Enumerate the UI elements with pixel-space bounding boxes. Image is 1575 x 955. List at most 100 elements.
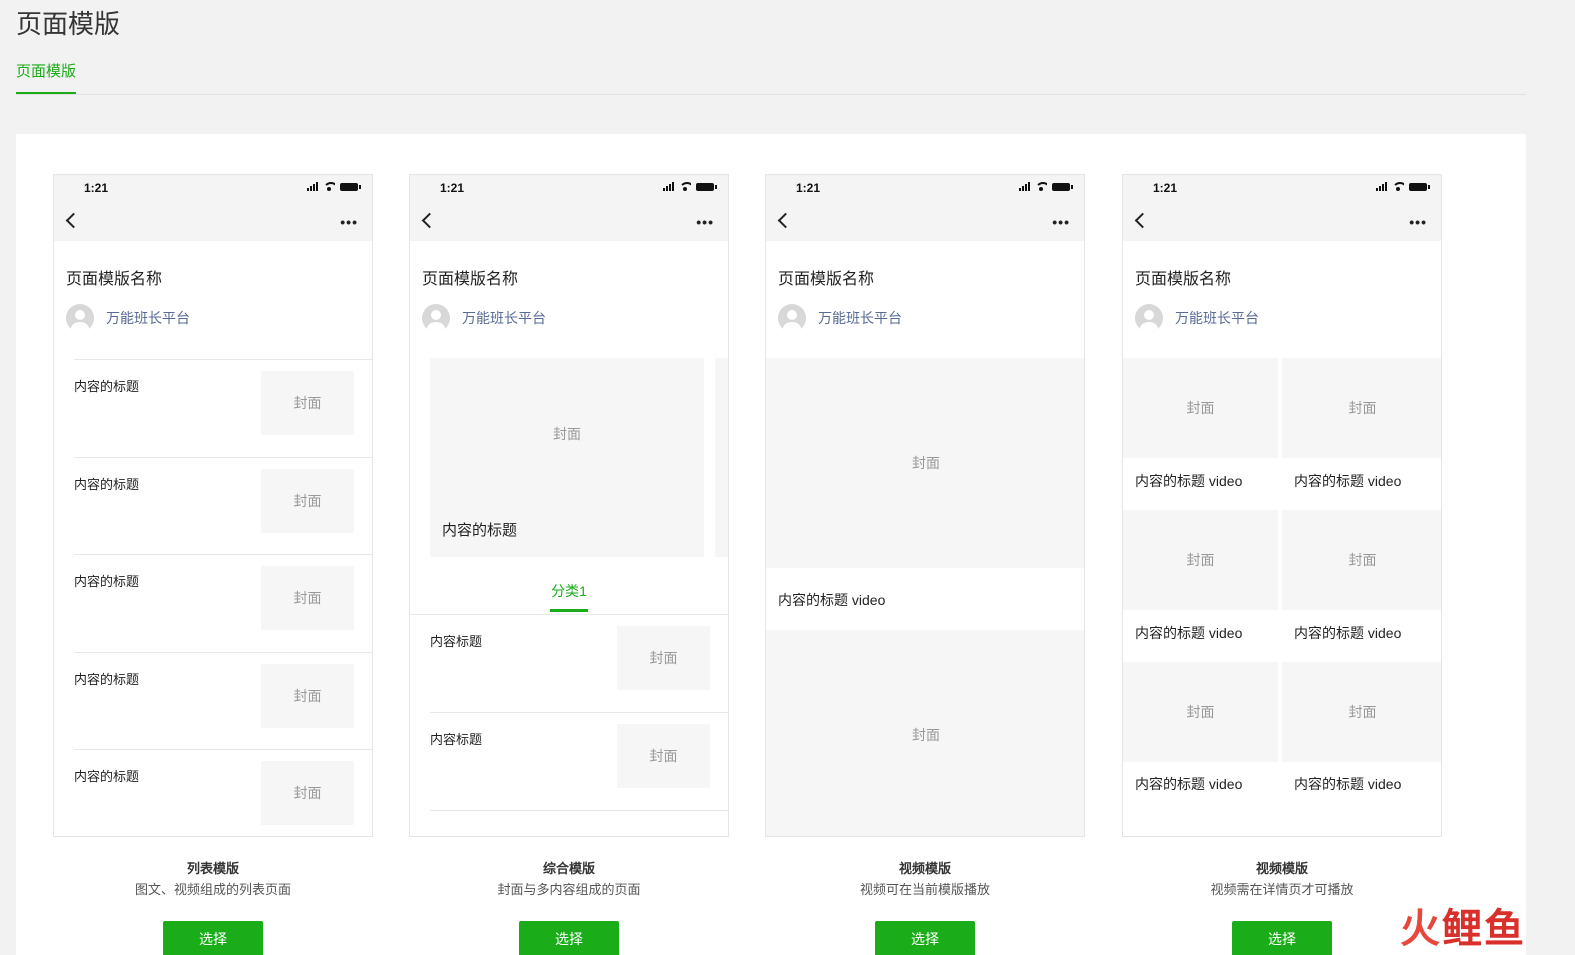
divider <box>430 810 728 811</box>
list-item: 内容的标题 封面 <box>74 359 372 457</box>
select-button[interactable]: 选择 <box>875 921 975 955</box>
article-title: 页面模版名称 <box>1135 271 1232 288</box>
video-title: 内容的标题 video <box>778 592 886 608</box>
templates-panel: 1:21 ••• 页面模版名称 万能班长平台 内容的标题 封面 内容的标题 封面… <box>16 134 1526 955</box>
status-icons <box>1019 182 1073 191</box>
item-title: 内容的标题 <box>74 477 140 492</box>
cover-placeholder: 封面 <box>261 371 354 435</box>
status-time: 1:21 <box>796 181 821 195</box>
template-description: 图文、视频组成的列表页面 <box>134 882 291 897</box>
item-title: 内容的标题 <box>74 769 140 784</box>
phone-preview: 1:21 ••• 页面模版名称 万能班长平台 封面 内容的标题 分类1 内容标题… <box>409 174 729 837</box>
item-title: 内容标题 <box>430 732 483 747</box>
more-icon: ••• <box>696 214 714 230</box>
battery-icon <box>340 182 361 191</box>
template-name: 列表模版 <box>186 861 239 876</box>
template-card-video-grid: 1:21 ••• 页面模版名称 万能班长平台 封面 封面 内容的标题 video… <box>1122 174 1442 955</box>
grid-item-title: 内容的标题 video <box>1294 473 1402 489</box>
video-cover: 封面 <box>766 358 1084 568</box>
grid-item-title: 内容的标题 video <box>1135 625 1243 641</box>
back-icon <box>421 212 438 229</box>
more-icon: ••• <box>1052 214 1070 230</box>
tab-page-templates[interactable]: 页面模版 <box>16 62 77 94</box>
author: 万能班长平台 <box>422 304 546 332</box>
list-item: 内容的标题 封面 <box>74 457 372 555</box>
signal-icon <box>663 182 674 191</box>
watermark-char: 鲤 <box>1442 907 1482 951</box>
phone-header: 1:21 ••• <box>410 175 728 241</box>
grid-item-title: 内容的标题 video <box>1294 776 1402 792</box>
status-time: 1:21 <box>440 181 465 195</box>
template-name: 视频模版 <box>898 861 951 876</box>
category-tabs: 分类1 <box>410 575 728 615</box>
battery-icon <box>696 182 717 191</box>
status-icons <box>307 182 361 191</box>
back-icon <box>777 212 794 229</box>
template-caption: 视频模版 视频需在详情页才可播放 <box>1122 859 1442 901</box>
wifi-icon <box>323 182 335 191</box>
grid-cover: 封面 <box>1282 662 1441 762</box>
back-icon <box>65 212 82 229</box>
grid-item-title: 内容的标题 video <box>1135 776 1243 792</box>
select-button[interactable]: 选择 <box>163 921 263 955</box>
avatar <box>1135 304 1163 332</box>
list-item: 内容的标题 封面 <box>74 749 372 836</box>
avatar <box>778 304 806 332</box>
template-name: 视频模版 <box>1255 861 1308 876</box>
author: 万能班长平台 <box>1135 304 1259 332</box>
list-item: 内容的标题 封面 <box>74 554 372 652</box>
author-name: 万能班长平台 <box>462 310 546 326</box>
grid-cover: 封面 <box>1282 510 1441 610</box>
author-name: 万能班长平台 <box>818 310 902 326</box>
article-title: 页面模版名称 <box>66 271 163 288</box>
template-description: 封面与多内容组成的页面 <box>497 882 641 897</box>
template-description: 视频可在当前模版播放 <box>859 882 990 897</box>
article-title: 页面模版名称 <box>778 271 875 288</box>
template-card-video-inline: 1:21 ••• 页面模版名称 万能班长平台 封面 内容的标题 video 封面… <box>765 174 1085 955</box>
grid-cover: 封面 <box>1123 510 1278 610</box>
item-title: 内容的标题 <box>74 574 140 589</box>
avatar <box>66 304 94 332</box>
battery-icon <box>1052 182 1073 191</box>
grid-cover: 封面 <box>1282 358 1441 458</box>
tab-bar: 页面模版 <box>16 62 1526 95</box>
tab-category-1[interactable]: 分类1 <box>550 581 588 612</box>
select-button[interactable]: 选择 <box>519 921 619 955</box>
list-item: 内容的标题 封面 <box>74 652 372 750</box>
avatar <box>422 304 450 332</box>
status-time: 1:21 <box>1153 181 1178 195</box>
select-button[interactable]: 选择 <box>1232 921 1332 955</box>
more-icon: ••• <box>340 214 358 230</box>
list-item: 内容标题 封面 <box>430 615 728 713</box>
grid-cover: 封面 <box>1123 662 1278 762</box>
phone-header: 1:21 ••• <box>1123 175 1441 241</box>
template-caption: 综合模版 封面与多内容组成的页面 <box>409 859 729 901</box>
battery-icon <box>1409 182 1430 191</box>
template-description: 视频需在详情页才可播放 <box>1210 882 1354 897</box>
status-icons <box>1376 182 1430 191</box>
back-icon <box>1134 212 1151 229</box>
template-caption: 列表模版 图文、视频组成的列表页面 <box>53 859 373 901</box>
wifi-icon <box>1035 182 1047 191</box>
cover-placeholder: 封面 <box>261 566 354 630</box>
phone-preview: 1:21 ••• 页面模版名称 万能班长平台 封面 内容的标题 video 封面 <box>765 174 1085 837</box>
author-name: 万能班长平台 <box>106 310 190 326</box>
template-name: 综合模版 <box>542 861 595 876</box>
template-card-list: 1:21 ••• 页面模版名称 万能班长平台 内容的标题 封面 内容的标题 封面… <box>53 174 373 955</box>
cover-label: 封面 <box>553 426 581 442</box>
signal-icon <box>1376 182 1387 191</box>
item-title: 内容标题 <box>430 634 483 649</box>
grid-item-title: 内容的标题 video <box>1294 625 1402 641</box>
phone-header: 1:21 ••• <box>766 175 1084 241</box>
cover-placeholder: 封面 <box>617 626 710 690</box>
author-name: 万能班长平台 <box>1175 310 1259 326</box>
cover-placeholder: 封面 <box>261 761 354 825</box>
video-cover: 封面 <box>766 630 1084 836</box>
item-title: 内容的标题 <box>74 379 140 394</box>
author: 万能班长平台 <box>66 304 190 332</box>
more-icon: ••• <box>1409 214 1427 230</box>
watermark-char: 火 <box>1400 907 1440 951</box>
template-caption: 视频模版 视频可在当前模版播放 <box>765 859 1085 901</box>
wifi-icon <box>679 182 691 191</box>
template-card-composite: 1:21 ••• 页面模版名称 万能班长平台 封面 内容的标题 分类1 内容标题… <box>409 174 729 955</box>
